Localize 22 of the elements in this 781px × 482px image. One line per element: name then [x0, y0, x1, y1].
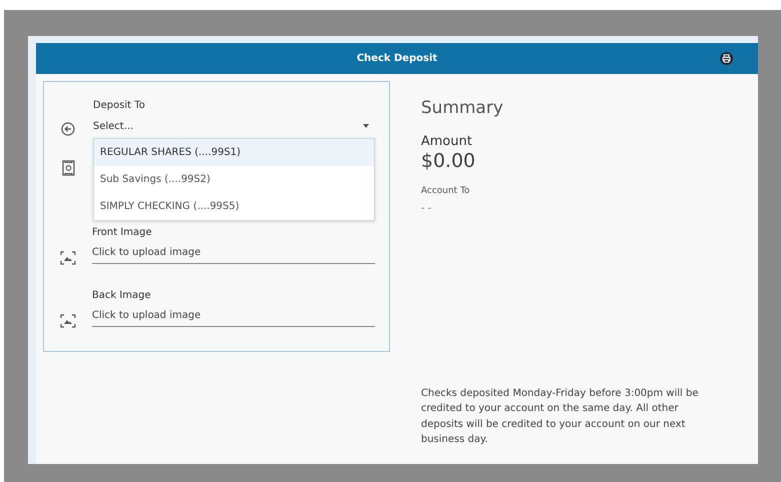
dropdown-option[interactable]: SIMPLY CHECKING (....99S5): [94, 193, 374, 220]
account-label: Account To: [421, 186, 471, 196]
account-value: - -: [421, 203, 432, 214]
field-label: Front Image: [92, 227, 153, 240]
page-title: Check Deposit: [356, 53, 438, 64]
arrow-circle-icon: [61, 122, 75, 136]
caret-icon: [363, 124, 369, 128]
printer-icon[interactable]: [720, 52, 733, 65]
amount-value: $0.00: [421, 150, 476, 172]
image-frame-icon: [60, 251, 76, 266]
receipt-icon: [62, 160, 75, 176]
field-label: Back Image: [92, 290, 152, 304]
field-label: Deposit To: [93, 100, 146, 113]
dropdown-option[interactable]: Sub Savings (....99S2): [94, 166, 374, 193]
summary-title: Summary: [421, 98, 504, 118]
dropdown-option[interactable]: REGULAR SHARES (....99S1): [94, 139, 374, 166]
image-frame-icon: [60, 314, 76, 328]
select-field[interactable]: Select...: [93, 116, 375, 136]
upload-field[interactable]: Click to upload image: [92, 306, 375, 328]
upload-field[interactable]: Click to upload image: [92, 243, 375, 264]
amount-label: Amount: [421, 134, 474, 149]
deposit-note: Checks deposited Monday-Friday before 3:00pm will be credited to your account on the same day. All other deposits will be credited to your account on our next business day.: [421, 386, 700, 448]
